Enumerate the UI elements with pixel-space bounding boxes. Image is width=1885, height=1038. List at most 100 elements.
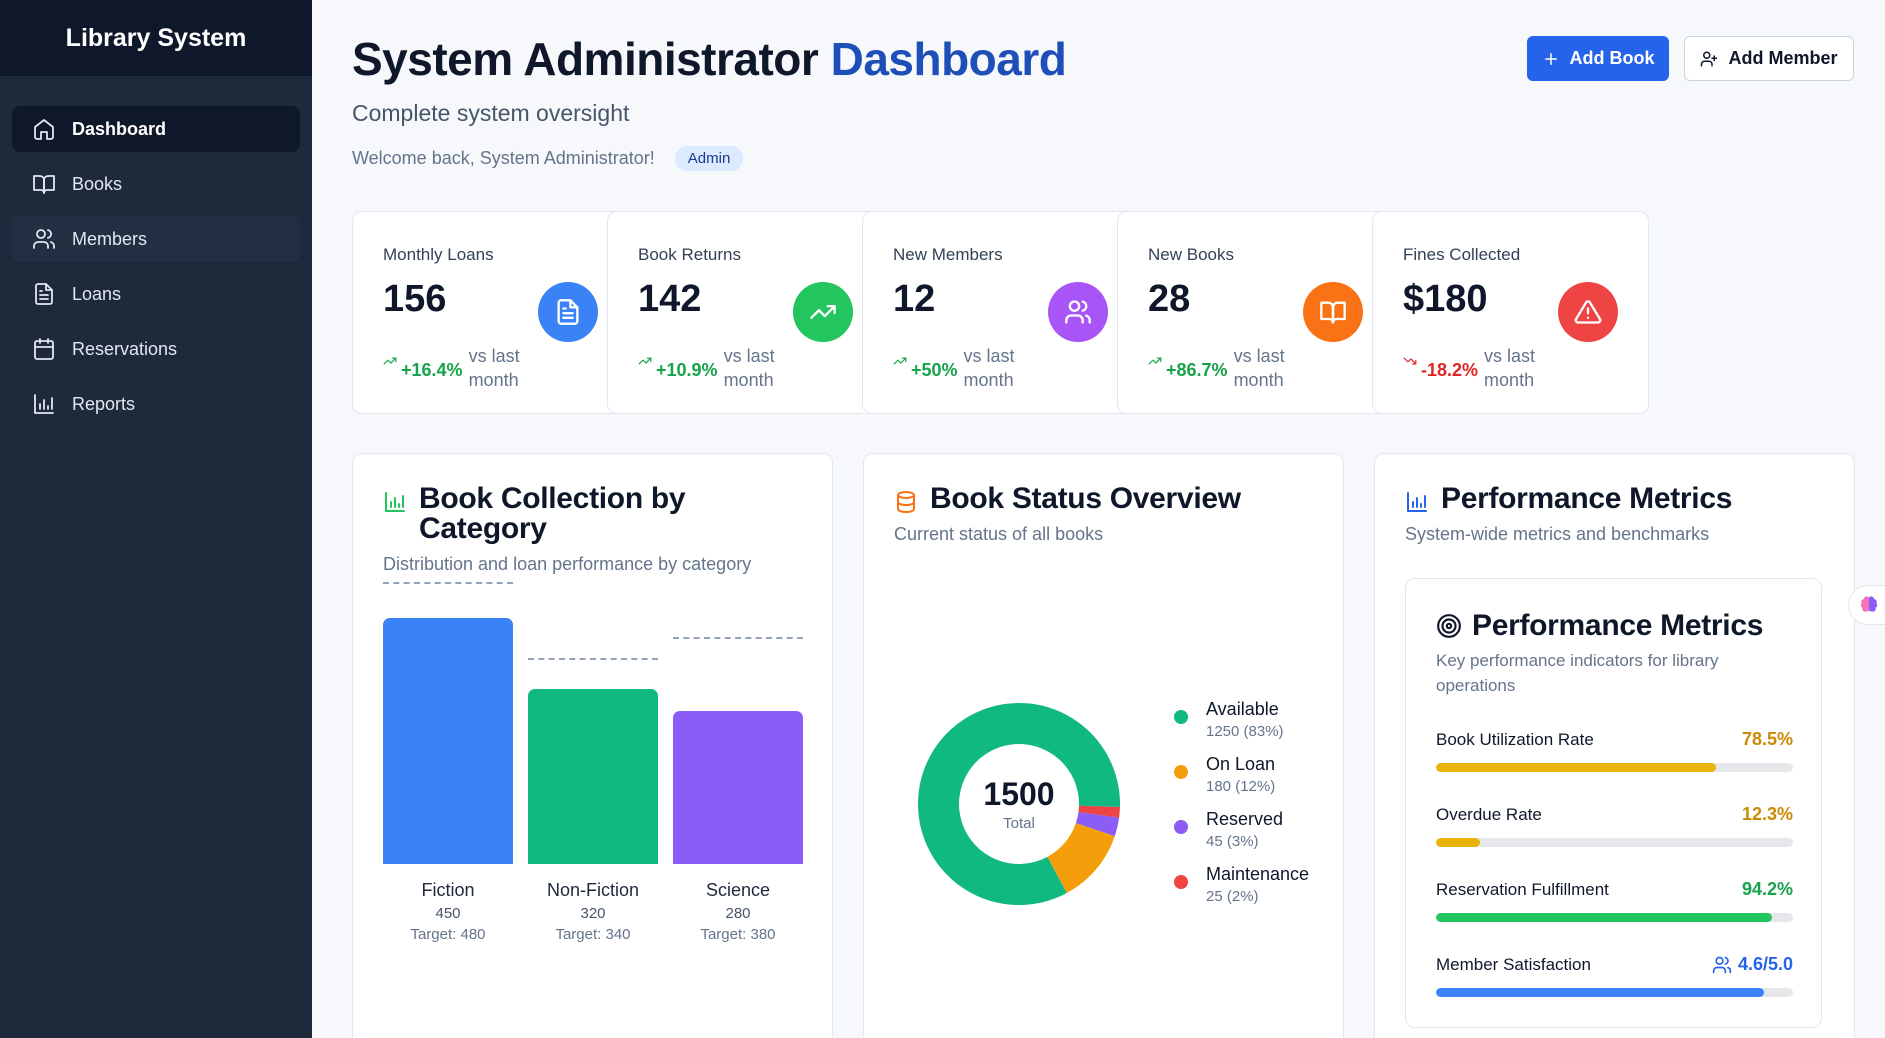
stat-label: Monthly Loans <box>383 245 494 264</box>
stat-icon-circle <box>1558 282 1618 342</box>
stat-label: New Books <box>1148 245 1234 264</box>
performance-subtitle: System-wide metrics and benchmarks <box>1405 524 1710 544</box>
stat-card-book-returns: Book Returns 142 +10.9% vs last month <box>607 211 884 414</box>
welcome-row: Welcome back, System Administrator! Admi… <box>352 146 744 171</box>
collection-title: Book Collection by Category <box>383 484 719 544</box>
sidebar-item-members[interactable]: Members <box>12 216 300 262</box>
sidebar-header: Library System <box>0 0 312 76</box>
bar-fiction[interactable] <box>383 618 513 864</box>
metric-value: 4.6/5.0 <box>1737 954 1793 974</box>
metric-track <box>1436 838 1793 847</box>
legend-value: 180 (12%) <box>1206 778 1276 795</box>
welcome-text: Welcome back, System Administrator! <box>352 148 655 168</box>
trending-up-icon <box>810 305 836 319</box>
sidebar-item-label: Books <box>72 173 123 194</box>
bar-science[interactable] <box>673 711 803 864</box>
trending-up-icon <box>638 354 652 368</box>
page-subtitle: Complete system oversight <box>352 100 630 126</box>
legend-value: 25 (2%) <box>1206 888 1259 905</box>
metric-reservation-fulfillment: Reservation Fulfillment 94.2% <box>1436 879 1793 922</box>
bar-chart-icon <box>32 392 56 416</box>
status-subtitle: Current status of all books <box>894 524 1104 544</box>
legend-label: Maintenance <box>1206 864 1310 884</box>
bar-chart-icon <box>1405 490 1429 514</box>
stat-label: Book Returns <box>638 245 741 264</box>
status-title: Book Status Overview <box>894 484 1241 514</box>
collection-bar-chart: Fiction 450 Target: 480 Non-Fiction 320 Targe… <box>383 582 803 979</box>
stat-value: 12 <box>893 278 936 320</box>
app-brand: Library System <box>65 23 247 52</box>
add-member-button[interactable]: Add Member <box>1684 36 1854 81</box>
add-book-button[interactable]: Add Book <box>1527 36 1669 81</box>
users-icon <box>1065 300 1091 324</box>
trending-up-icon <box>893 354 907 368</box>
stat-trend: +16.4% vs last month <box>383 344 531 392</box>
home-icon <box>32 117 56 141</box>
sidebar-item-books[interactable]: Books <box>12 161 300 207</box>
metrics-card-title-text: Performance Metrics <box>1472 609 1764 642</box>
metric-value: 12.3% <box>1741 804 1793 824</box>
performance-panel: Performance Metrics System-wide metrics … <box>1374 453 1855 1038</box>
sidebar-item-dashboard[interactable]: Dashboard <box>12 106 300 152</box>
legend-item-maintenance: Maintenance 25 (2%) <box>1174 864 1309 919</box>
metric-value: 78.5% <box>1741 729 1793 749</box>
collection-panel: Book Collection by Category Distribution… <box>352 453 833 1038</box>
stat-change: -18.2% <box>1421 360 1479 380</box>
legend-dot <box>1174 820 1188 834</box>
stat-value: 156 <box>383 278 447 320</box>
plus-icon <box>1544 52 1557 65</box>
status-panel: Book Status Overview Current status of a… <box>863 453 1344 1038</box>
metric-value: 94.2% <box>1741 879 1793 899</box>
sidebar-item-loans[interactable]: Loans <box>12 271 300 317</box>
stat-change-suffix: vs last month <box>1484 346 1536 390</box>
target-icon <box>1436 613 1462 639</box>
legend-label: Available <box>1206 699 1279 719</box>
sidebar-item-label: Reports <box>72 393 136 414</box>
performance-title-text: Performance Metrics <box>1441 482 1733 515</box>
user-plus-icon <box>1701 51 1718 66</box>
sidebar-item-label: Reservations <box>72 338 178 359</box>
metric-name: Reservation Fulfillment <box>1436 879 1609 899</box>
bar-category-label: Fiction <box>421 880 475 900</box>
stat-trend: +50% vs last month <box>893 344 1026 392</box>
users-icon <box>1712 956 1732 973</box>
page-title: System Administrator Dashboard <box>352 32 1067 86</box>
assistant-toggle-button[interactable] <box>1848 585 1885 625</box>
trending-up-icon <box>383 354 397 368</box>
bar-target-label: Target: 340 <box>555 926 631 943</box>
stat-label: New Members <box>893 245 1003 264</box>
stat-change: +50% <box>911 360 958 380</box>
bar-category-label: Non-Fiction <box>546 880 640 900</box>
bar-target-label: Target: 380 <box>700 926 776 943</box>
metrics-card-title: Performance Metrics <box>1436 609 1763 643</box>
donut-center: 1500 Total <box>914 699 1124 909</box>
legend-dot <box>1174 875 1188 889</box>
metric-value-wrap: 4.6/5.0 <box>1712 954 1793 975</box>
metric-fill <box>1436 913 1773 922</box>
stat-icon-circle <box>538 282 598 342</box>
file-text-icon <box>557 299 579 325</box>
bar-target-line-non-fiction <box>528 658 658 661</box>
metric-fill <box>1436 988 1765 997</box>
sidebar-item-label: Members <box>72 228 148 249</box>
status-title-text: Book Status Overview <box>930 482 1241 515</box>
metrics-card-subtitle: Key performance indicators for library o… <box>1436 651 1719 695</box>
page-title-main: System Administrator <box>352 33 819 85</box>
stat-icon-circle <box>1048 282 1108 342</box>
collection-subtitle: Distribution and loan performance by cat… <box>383 554 752 574</box>
stat-value: $180 <box>1403 278 1488 320</box>
stat-value: 28 <box>1148 278 1191 320</box>
file-text-icon <box>32 282 56 306</box>
brain-icon <box>1860 596 1877 612</box>
add-book-label: Add Book <box>1569 48 1655 68</box>
stat-change-suffix: vs last month <box>963 346 1015 390</box>
bar-non-fiction[interactable] <box>528 689 658 864</box>
sidebar-item-reports[interactable]: Reports <box>12 381 300 427</box>
users-icon <box>32 227 56 251</box>
stat-change: +86.7% <box>1166 360 1228 380</box>
donut-total: 1500 <box>983 776 1055 812</box>
role-badge: Admin <box>674 146 744 171</box>
stat-card-new-members: New Members 12 +50% vs last month <box>862 211 1139 414</box>
stat-change-suffix: vs last month <box>468 346 520 390</box>
sidebar-item-reservations[interactable]: Reservations <box>12 326 300 372</box>
